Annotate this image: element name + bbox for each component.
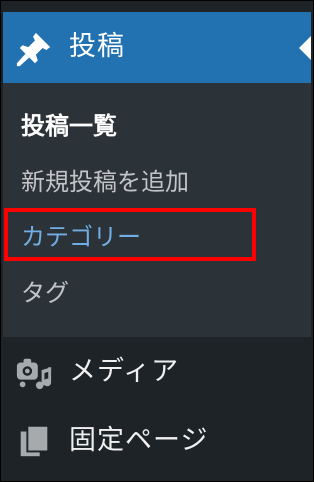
menu-item-label: 投稿: [69, 31, 125, 62]
submenu-item-add-new-post[interactable]: 新規投稿を追加: [21, 165, 189, 199]
menu-item-label: メディア: [69, 356, 180, 387]
pushpin-icon: [16, 32, 51, 67]
menu-item-posts[interactable]: 投稿: [3, 12, 311, 83]
red-highlight-box: [4, 208, 256, 261]
sidebar-top-strip: [3, 2, 311, 12]
menu-item-label: 固定ページ: [69, 425, 209, 456]
submenu-item-tags[interactable]: タグ: [21, 276, 69, 310]
submenu-item-all-posts[interactable]: 投稿一覧: [21, 109, 117, 143]
admin-sidebar: 投稿 投稿一覧 新規投稿を追加 カテゴリー タグ メディア 固定ページ: [0, 0, 314, 482]
current-menu-arrow: [299, 36, 311, 60]
menu-item-media[interactable]: メディア: [3, 337, 311, 407]
media-icon: [16, 358, 52, 390]
page-icon: [20, 424, 50, 457]
menu-item-pages[interactable]: 固定ページ: [3, 406, 311, 476]
